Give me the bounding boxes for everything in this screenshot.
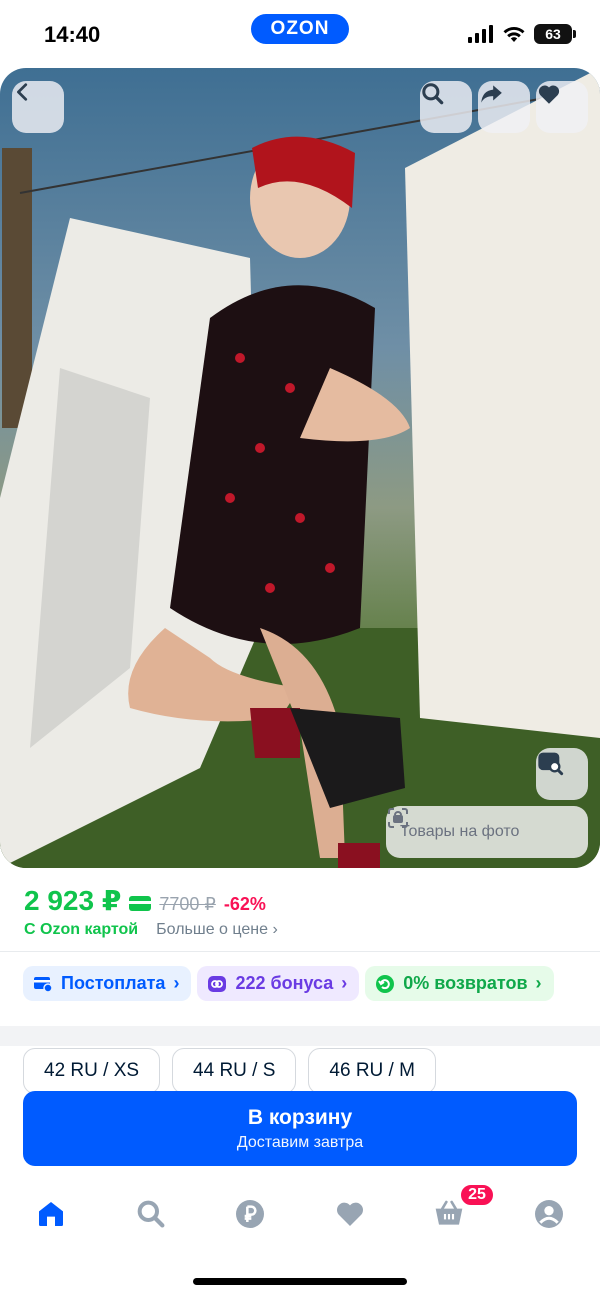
home-icon: [39, 1202, 63, 1226]
chip-returns[interactable]: 0% возвратов ›: [365, 966, 554, 1001]
favorite-button[interactable]: [536, 81, 588, 133]
size-option[interactable]: 46 RU / M: [308, 1048, 436, 1094]
return-icon: [376, 974, 395, 993]
card-icon: [129, 896, 152, 911]
heart-icon: [336, 1202, 364, 1226]
share-icon: [481, 85, 502, 103]
current-price: 2 923 ₽: [24, 885, 122, 916]
postpay-icon: [34, 976, 53, 993]
add-to-cart-label: В корзину: [247, 1105, 353, 1129]
benefit-chips: Постоплата › 222 бонуса › 0% возвратов ›: [23, 966, 554, 1001]
nav-home[interactable]: [31, 1194, 71, 1234]
home-indicator: [193, 1278, 407, 1285]
products-on-photo-button[interactable]: Товары на фото: [386, 806, 588, 858]
old-price: 7700 ₽: [159, 894, 216, 914]
ozon-logo: OZON: [251, 14, 349, 44]
cart-count-badge: 25: [459, 1183, 495, 1207]
nav-profile[interactable]: [529, 1194, 569, 1234]
nav-search[interactable]: [131, 1194, 171, 1234]
image-search-button[interactable]: [536, 748, 588, 800]
size-option[interactable]: 42 RU / XS: [23, 1048, 161, 1094]
signal-icon: [468, 25, 493, 43]
profile-icon: [535, 1200, 563, 1228]
share-button[interactable]: [478, 81, 530, 133]
chevron-right-icon: ›: [341, 973, 348, 993]
wifi-icon: [503, 27, 525, 42]
search-icon: [137, 1200, 165, 1228]
section-separator: [0, 1026, 600, 1046]
product-photo[interactable]: Товары на фото: [0, 68, 600, 868]
photo-search-button[interactable]: [420, 81, 472, 133]
discount-badge: -62%: [223, 894, 266, 914]
search-icon: [422, 83, 444, 105]
with-ozon-card-label: С Ozon картой: [24, 921, 139, 938]
nav-finance[interactable]: [230, 1194, 270, 1234]
ruble-icon: [236, 1200, 264, 1228]
size-selector: 42 RU / XS 44 RU / S 46 RU / M: [23, 1048, 436, 1094]
back-button[interactable]: [12, 81, 64, 133]
chevron-right-icon: ›: [173, 973, 180, 993]
delivery-label: Доставим завтра: [236, 1133, 364, 1151]
price-row: 2 923 ₽ 7700 ₽ -62%: [24, 884, 266, 917]
status-icons: 63: [468, 24, 576, 44]
chip-bonus-label: 222 бонуса: [235, 973, 334, 993]
chip-postpay-label: Постоплата: [61, 973, 166, 993]
products-on-photo-label: Товары на фото: [400, 823, 520, 840]
chip-bonus[interactable]: 222 бонуса ›: [197, 966, 360, 1001]
scan-icon: [388, 808, 408, 828]
status-bar: 14:40 OZON 63: [0, 0, 600, 68]
add-to-cart-button[interactable]: В корзину Доставим завтра: [23, 1091, 577, 1166]
price-sub-row: С Ozon картой Больше о цене ›: [24, 921, 278, 939]
divider: [0, 951, 600, 952]
heart-icon: [538, 85, 560, 104]
size-option[interactable]: 44 RU / S: [172, 1048, 297, 1094]
nav-favorites[interactable]: [330, 1194, 370, 1234]
bottom-navigation: [0, 1180, 600, 1250]
status-time: 14:40: [44, 22, 101, 47]
battery-indicator: 63: [534, 24, 576, 44]
chip-returns-label: 0% возвратов: [403, 973, 528, 993]
more-about-price-link[interactable]: Больше о цене ›: [156, 921, 278, 939]
bonus-icon: [208, 975, 227, 992]
chip-postpay[interactable]: Постоплата ›: [23, 966, 192, 1001]
back-icon: [17, 83, 28, 101]
chevron-right-icon: ›: [535, 973, 542, 993]
photo-illustration: [0, 68, 600, 868]
image-search-icon: [538, 752, 564, 776]
